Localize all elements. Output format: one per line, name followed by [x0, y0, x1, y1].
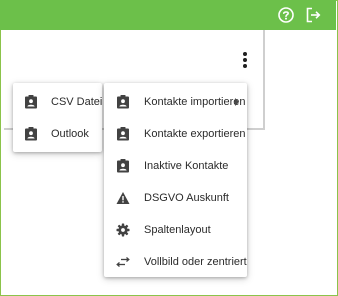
logout-icon[interactable] [303, 5, 323, 25]
menu-item-label: Kontakte importieren [144, 96, 246, 108]
contact-badge-icon [116, 127, 130, 141]
submenu-item-outlook[interactable]: Outlook [13, 118, 102, 150]
import-submenu: CSV Datei Outlook [13, 83, 102, 152]
menu-item-import-contacts[interactable]: Kontakte importieren [104, 86, 247, 118]
menu-item-label: DSGVO Auskunft [144, 192, 229, 204]
contact-badge-icon [24, 95, 38, 109]
menu-item-inactive-contacts[interactable]: Inaktive Kontakte [104, 150, 247, 182]
menu-item-gdpr-request[interactable]: DSGVO Auskunft [104, 182, 247, 214]
menu-item-fullscreen-toggle[interactable]: Vollbild oder zentriert [104, 246, 247, 278]
submenu-item-label: Outlook [51, 128, 89, 140]
gear-icon [116, 223, 130, 237]
warning-icon [116, 191, 130, 205]
menu-item-label: Spaltenlayout [144, 224, 211, 236]
contact-badge-icon [116, 159, 130, 173]
submenu-item-csv[interactable]: CSV Datei [13, 86, 102, 118]
chevron-right-icon [235, 98, 239, 106]
help-circle-icon[interactable] [276, 5, 296, 25]
options-menu: Kontakte importieren Kontakte exportiere… [104, 83, 247, 277]
top-bar [0, 0, 336, 30]
menu-item-label: Inaktive Kontakte [144, 160, 229, 172]
contact-badge-icon [24, 127, 38, 141]
contact-badge-icon [116, 95, 130, 109]
menu-item-label: Kontakte exportieren [144, 128, 246, 140]
menu-item-column-layout[interactable]: Spaltenlayout [104, 214, 247, 246]
menu-item-label: Vollbild oder zentriert [144, 256, 247, 268]
submenu-item-label: CSV Datei [51, 96, 103, 108]
menu-item-export-contacts[interactable]: Kontakte exportieren [104, 118, 247, 150]
swap-arrows-icon [116, 255, 130, 269]
more-vertical-icon[interactable] [236, 49, 254, 71]
